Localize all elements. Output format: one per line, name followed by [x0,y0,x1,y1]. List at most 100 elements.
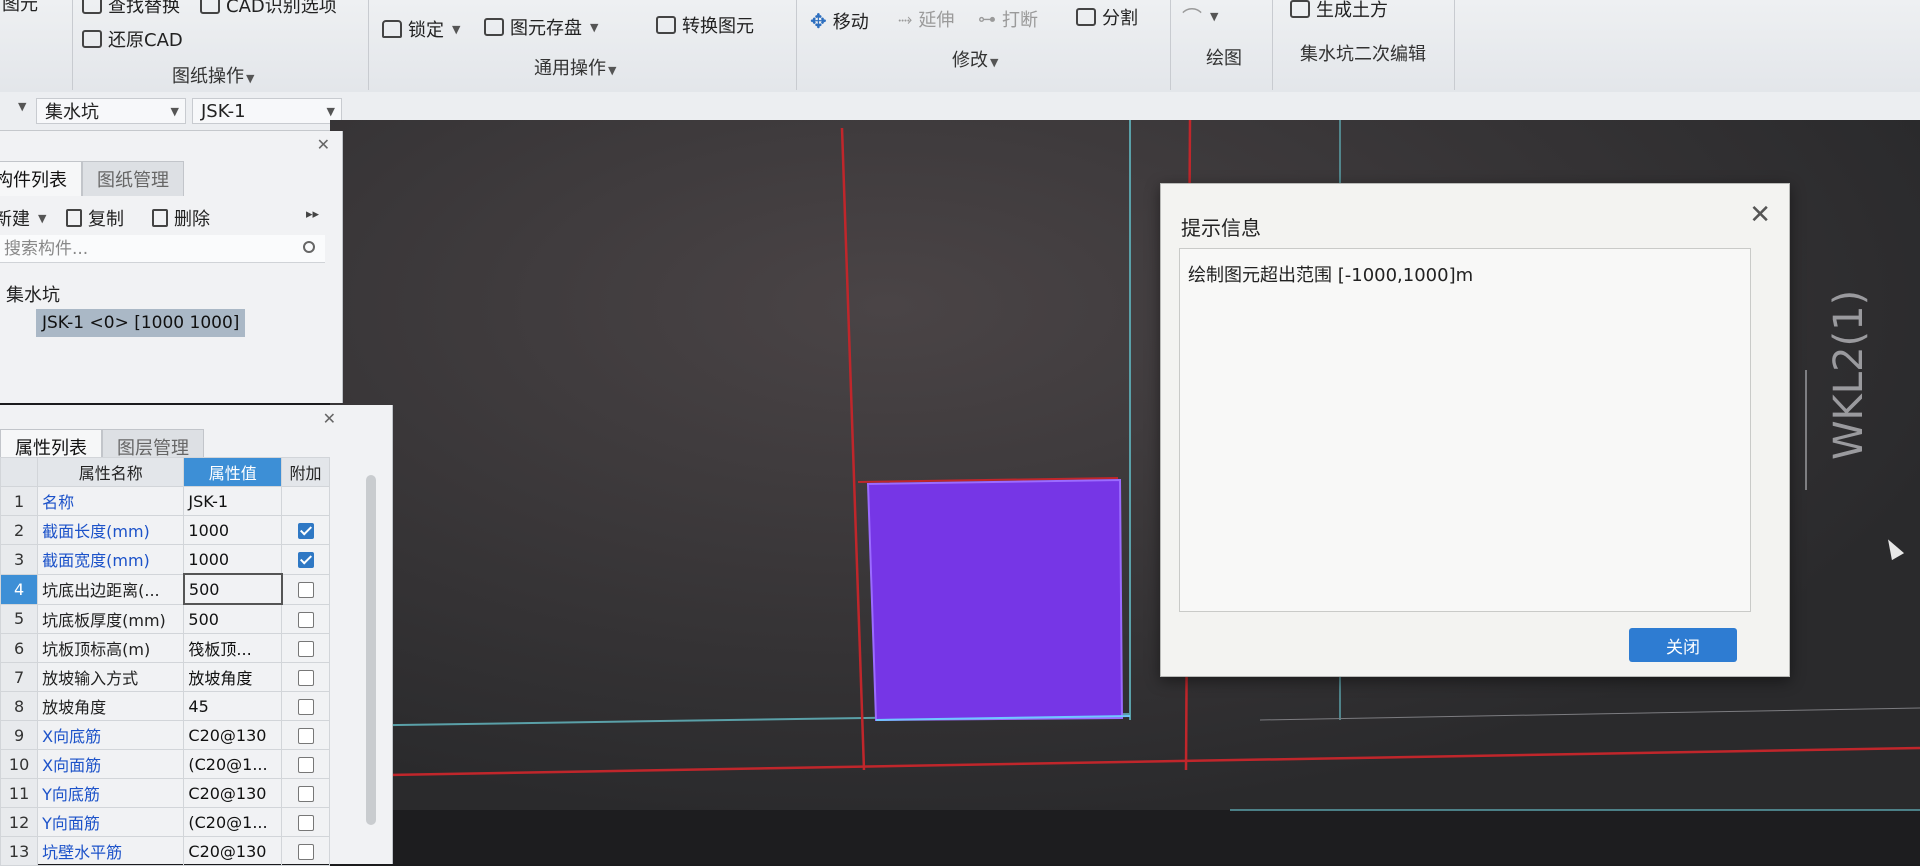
draw-arc-button[interactable]: ⌒ ▼ [1182,2,1218,31]
general-ops-group[interactable]: 通用操作 ▼ [534,54,616,80]
row-index: 9 [0,720,39,750]
convert-element-button[interactable]: 转换图元 [656,12,754,38]
delete-label: 删除 [174,209,210,230]
property-row[interactable]: 13 坑壁水平筋 C20@130 [0,836,330,866]
extra-checkbox[interactable] [297,611,314,628]
chevron-down-icon: ▼ [1210,10,1219,23]
copy-button[interactable]: 复制 [66,205,124,231]
property-name: Y向底筋 [37,778,185,808]
draw-group: 绘图 [1206,44,1242,70]
property-value[interactable]: JSK-1 [183,486,283,516]
chevron-down-icon: ▼ [608,64,617,77]
extend-icon: ⤑ [898,8,913,30]
row-index: 6 [0,633,39,663]
component-search-input[interactable]: 搜索构件... [0,235,325,263]
property-row[interactable]: 4 坑底出边距离(... 500 [0,573,330,605]
category-select-value: 集水坑 [45,102,99,123]
property-value[interactable]: 500 [183,603,283,634]
split-icon [1076,8,1096,26]
tree-root-sump-pit[interactable]: 集水坑 [6,281,60,307]
dialog-title: 提示信息 [1181,216,1261,240]
cad-identify-options-button[interactable]: CAD识别选项 [200,0,337,18]
beam-label: WKL2(1) [1826,290,1872,460]
tab-drawing-management[interactable]: 图纸管理 [82,161,184,196]
extra-checkbox[interactable] [297,582,314,598]
tab-component-list[interactable]: 构件列表 [0,161,82,196]
extra-checkbox[interactable] [297,815,314,831]
close-icon[interactable]: ✕ [1749,200,1771,230]
row-index: 13 [0,836,39,866]
property-value[interactable]: 500 [182,573,283,605]
property-row[interactable]: 7 放坡输入方式 放坡角度 [0,662,330,692]
property-row[interactable]: 2 截面长度(mm) 1000 [0,515,330,545]
split-button[interactable]: 分割 [1076,4,1138,30]
chevron-down-icon: ▼ [590,20,599,34]
property-row[interactable]: 12 Y向面筋 (C20@1... [0,807,330,837]
close-button[interactable]: 关闭 [1629,628,1737,662]
extra-checkbox[interactable] [297,728,314,744]
break-button[interactable]: ⊶ 打断 [978,6,1038,32]
extend-button[interactable]: ⤑ 延伸 [898,6,954,32]
property-value[interactable]: C20@130 [183,836,283,866]
property-scrollbar[interactable] [366,475,376,825]
property-value[interactable]: (C20@1... [183,807,283,837]
property-value[interactable]: (C20@1... [183,749,283,779]
property-name: 放坡输入方式 [37,662,185,692]
property-row[interactable]: 8 放坡角度 45 [0,691,330,721]
move-button[interactable]: ✥ 移动 [810,8,869,34]
cad-options-icon [200,0,220,14]
property-value[interactable]: 筏板顶... [183,633,283,663]
extra-cell [281,691,330,721]
extra-checkbox[interactable] [297,523,314,539]
chevron-down-icon[interactable]: ▼ [18,100,26,113]
restore-cad-button[interactable]: 还原CAD [82,26,183,52]
extra-checkbox[interactable] [297,699,314,715]
property-value[interactable]: C20@130 [183,720,283,750]
element-save-button[interactable]: 图元存盘 ▼ [484,14,598,40]
find-replace-button[interactable]: 查找替换 [82,0,180,18]
new-label: 新建 [0,209,30,230]
property-row[interactable]: 3 截面宽度(mm) 1000 [0,544,330,575]
trash-icon [152,209,168,227]
extra-checkbox[interactable] [297,641,314,657]
property-row[interactable]: 10 X向面筋 (C20@1... [0,749,330,779]
property-value[interactable]: 1000 [183,515,283,545]
info-dialog: 提示信息 ✕ 绘制图元超出范围 [-1000,1000]m 关闭 [1160,183,1790,677]
property-row[interactable]: 5 坑底板厚度(mm) 500 [0,603,330,634]
close-icon[interactable]: ✕ [317,135,330,154]
extra-checkbox[interactable] [297,757,314,773]
delete-button[interactable]: 删除 [152,205,210,231]
property-row[interactable]: 11 Y向底筋 C20@130 [0,778,330,808]
find-replace-label: 查找替换 [108,0,180,17]
property-row[interactable]: 1 名称 JSK-1 [0,486,330,516]
property-value[interactable]: 45 [183,691,283,721]
category-select[interactable]: 集水坑 ▼ [36,98,186,124]
drawing-ops-group[interactable]: 图纸操作 ▼ [172,62,254,88]
draw-label: 绘图 [1206,48,1242,69]
restore-cad-label: 还原CAD [108,30,183,51]
generate-earthwork-button[interactable]: 生成土方 [1290,0,1388,22]
sump-pit-element[interactable] [866,478,1124,722]
ribbon-partial-element[interactable]: 图元 [2,0,38,16]
tree-item-jsk1[interactable]: JSK-1 <0> [1000 1000] [36,309,246,337]
extra-checkbox[interactable] [297,670,314,686]
lock-button[interactable]: 锁定 ▼ [382,16,460,42]
extra-checkbox[interactable] [297,552,314,569]
property-row[interactable]: 6 坑板顶标高(m) 筏板顶... [0,633,330,663]
header-index [0,457,39,487]
new-button[interactable]: 新建 ▼ [0,205,46,231]
search-icon [303,241,315,253]
property-value[interactable]: 放坡角度 [183,662,283,692]
component-select[interactable]: JSK-1 ▼ [192,98,342,124]
extra-checkbox[interactable] [297,786,314,802]
modify-group[interactable]: 修改 ▼ [952,46,998,72]
property-row[interactable]: 9 X向底筋 C20@130 [0,720,330,750]
extra-checkbox[interactable] [297,844,314,860]
ribbon-separator [1272,0,1273,90]
property-value[interactable]: C20@130 [183,778,283,808]
close-icon[interactable]: ✕ [323,409,336,428]
property-name: 放坡角度 [37,691,185,721]
property-value[interactable]: 1000 [183,544,283,575]
extra-cell [281,836,330,866]
more-icon[interactable]: ▸▸ [306,207,319,222]
